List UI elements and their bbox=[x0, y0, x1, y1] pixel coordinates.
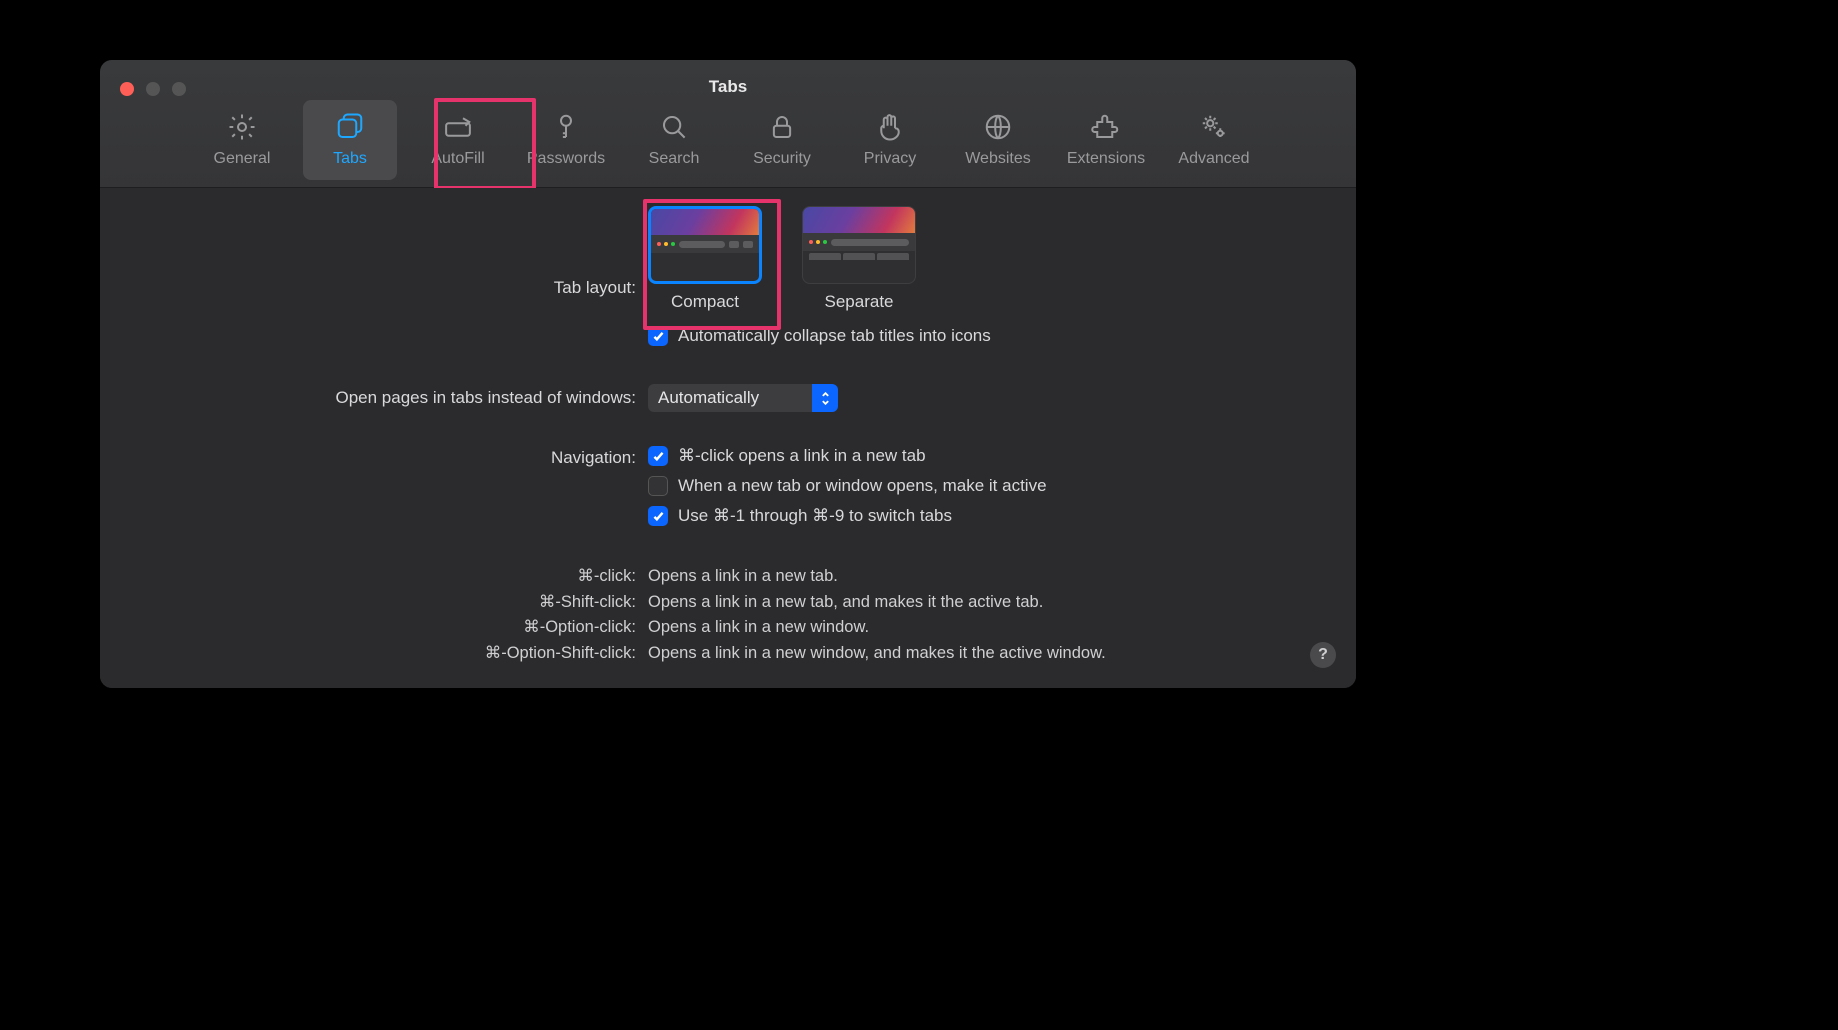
checkbox-indicator bbox=[648, 326, 668, 346]
gears-icon bbox=[1199, 108, 1229, 146]
globe-icon bbox=[983, 108, 1013, 146]
checkbox-label: ⌘-click opens a link in a new tab bbox=[678, 446, 926, 466]
tab-label: Passwords bbox=[527, 150, 605, 168]
window-title: Tabs bbox=[100, 77, 1356, 97]
layout-thumbnail-separate bbox=[802, 206, 916, 284]
preferences-window: Tabs General Tabs AutoFill bbox=[100, 60, 1356, 688]
select-stepper-icon bbox=[812, 384, 838, 412]
tab-extensions[interactable]: Extensions bbox=[1059, 100, 1153, 180]
gear-icon bbox=[227, 108, 257, 146]
layout-option-label: Compact bbox=[671, 292, 739, 312]
help-key: ⌘-Option-Shift-click: bbox=[100, 641, 648, 667]
select-open-pages[interactable]: Automatically bbox=[648, 384, 838, 412]
layout-option-separate[interactable]: Separate bbox=[802, 206, 916, 312]
tab-security[interactable]: Security bbox=[735, 100, 829, 180]
layout-thumbnail-compact bbox=[648, 206, 762, 284]
tab-search[interactable]: Search bbox=[627, 100, 721, 180]
label-tab-layout: Tab layout: bbox=[100, 206, 648, 298]
tab-label: Advanced bbox=[1178, 150, 1249, 168]
help-row: ⌘-Shift-click: Opens a link in a new tab… bbox=[100, 590, 1356, 616]
pencil-box-icon bbox=[443, 108, 473, 146]
help-button[interactable]: ? bbox=[1310, 642, 1336, 668]
checkbox-cmd-number-switch[interactable]: Use ⌘-1 through ⌘-9 to switch tabs bbox=[648, 506, 1047, 526]
checkbox-label: When a new tab or window opens, make it … bbox=[678, 476, 1047, 496]
toolbar-tabs: General Tabs AutoFill Pass bbox=[100, 100, 1356, 180]
tab-label: Extensions bbox=[1067, 150, 1145, 168]
tab-tabs[interactable]: Tabs bbox=[303, 100, 397, 180]
help-row: ⌘-click: Opens a link in a new tab. bbox=[100, 564, 1356, 590]
tab-passwords[interactable]: Passwords bbox=[519, 100, 613, 180]
tab-label: Websites bbox=[965, 150, 1031, 168]
help-key: ⌘-Option-click: bbox=[100, 615, 648, 641]
prefs-content: Tab layout: Compact bbox=[100, 188, 1356, 688]
help-value: Opens a link in a new tab. bbox=[648, 564, 1356, 590]
tab-advanced[interactable]: Advanced bbox=[1167, 100, 1261, 180]
label-open-pages: Open pages in tabs instead of windows: bbox=[100, 388, 648, 408]
tab-autofill[interactable]: AutoFill bbox=[411, 100, 505, 180]
help-row: ⌘-Option-click: Opens a link in a new wi… bbox=[100, 615, 1356, 641]
hand-icon bbox=[875, 108, 905, 146]
tab-label: Privacy bbox=[864, 150, 916, 168]
help-row: ⌘-Option-Shift-click: Opens a link in a … bbox=[100, 641, 1356, 667]
tab-privacy[interactable]: Privacy bbox=[843, 100, 937, 180]
layout-option-label: Separate bbox=[825, 292, 894, 312]
tab-label: Search bbox=[649, 150, 700, 168]
checkbox-indicator bbox=[648, 476, 668, 496]
help-value: Opens a link in a new window. bbox=[648, 615, 1356, 641]
checkbox-indicator bbox=[648, 446, 668, 466]
tab-label: Tabs bbox=[333, 150, 367, 168]
shortcut-help: ⌘-click: Opens a link in a new tab. ⌘-Sh… bbox=[100, 564, 1356, 666]
tab-general[interactable]: General bbox=[195, 100, 289, 180]
checkbox-label: Use ⌘-1 through ⌘-9 to switch tabs bbox=[678, 506, 952, 526]
layout-option-compact[interactable]: Compact bbox=[648, 206, 762, 312]
key-icon bbox=[551, 108, 581, 146]
help-key: ⌘-Shift-click: bbox=[100, 590, 648, 616]
checkbox-label: Automatically collapse tab titles into i… bbox=[678, 326, 991, 346]
puzzle-icon bbox=[1091, 108, 1121, 146]
tabs-icon bbox=[335, 108, 365, 146]
checkbox-make-active[interactable]: When a new tab or window opens, make it … bbox=[648, 476, 1047, 496]
titlebar: Tabs General Tabs AutoFill bbox=[100, 60, 1356, 188]
label-navigation: Navigation: bbox=[100, 446, 648, 468]
select-value: Automatically bbox=[648, 388, 812, 408]
tab-websites[interactable]: Websites bbox=[951, 100, 1045, 180]
checkbox-cmd-click[interactable]: ⌘-click opens a link in a new tab bbox=[648, 446, 1047, 466]
tab-label: General bbox=[214, 150, 271, 168]
checkbox-auto-collapse[interactable]: Automatically collapse tab titles into i… bbox=[648, 326, 991, 346]
lock-icon bbox=[767, 108, 797, 146]
checkbox-indicator bbox=[648, 506, 668, 526]
help-value: Opens a link in a new tab, and makes it … bbox=[648, 590, 1356, 616]
tab-label: AutoFill bbox=[431, 150, 484, 168]
tab-label: Security bbox=[753, 150, 811, 168]
search-icon bbox=[659, 108, 689, 146]
help-value: Opens a link in a new window, and makes … bbox=[648, 641, 1356, 667]
help-key: ⌘-click: bbox=[100, 564, 648, 590]
